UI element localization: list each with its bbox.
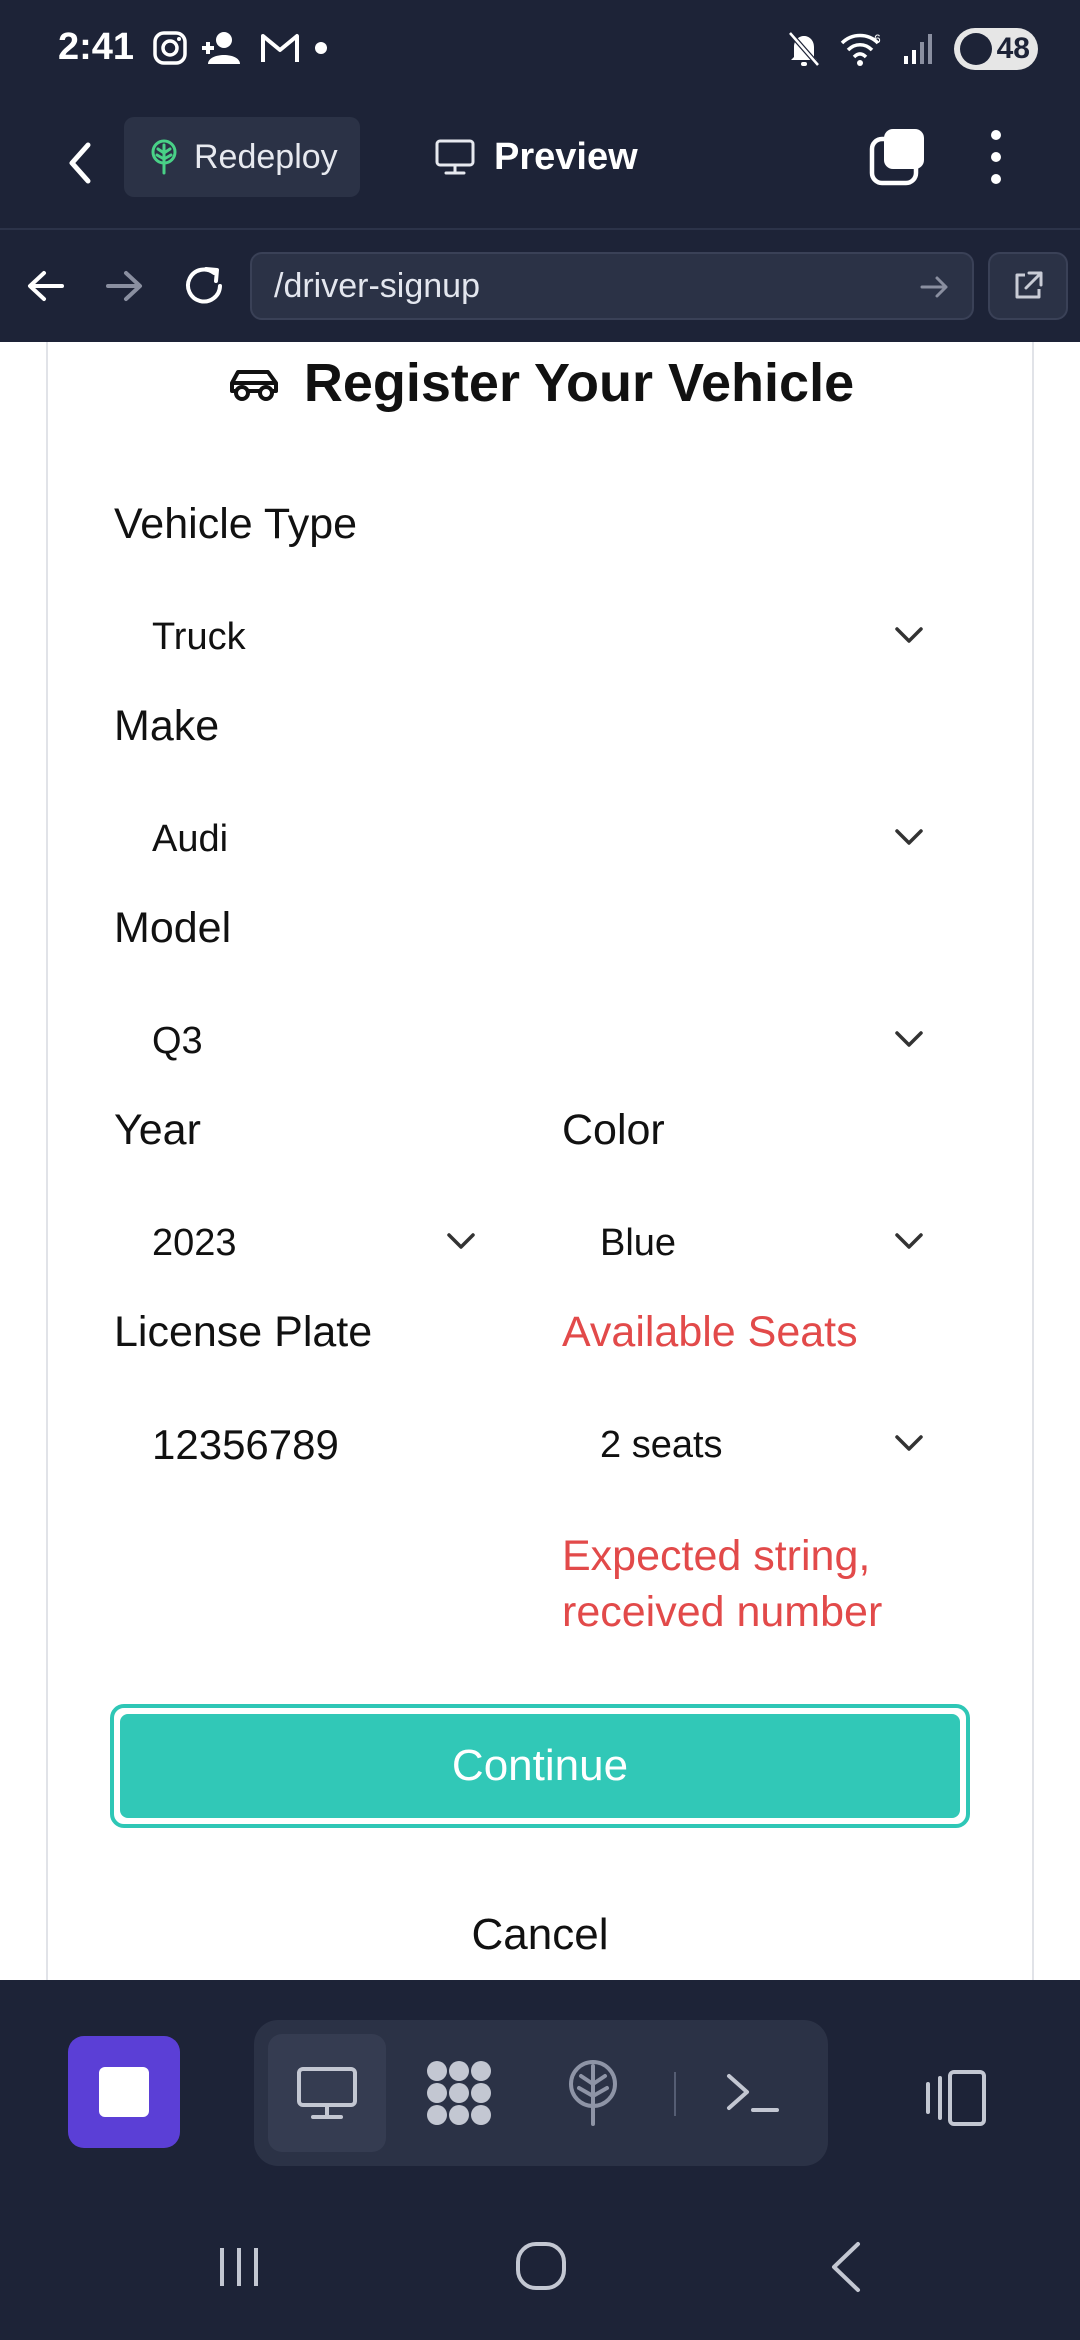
license-plate-input[interactable]: 12356789: [114, 1400, 500, 1490]
preview-label: Preview: [494, 135, 638, 178]
reload-icon[interactable]: [176, 258, 232, 314]
home-icon[interactable]: [514, 2238, 570, 2294]
license-plate-label: License Plate: [114, 1308, 373, 1356]
svg-text:6: 6: [874, 32, 881, 46]
nav-forward-icon[interactable]: [96, 258, 152, 314]
app-toolbar: Redeploy Preview: [0, 105, 1080, 230]
redeploy-label: Redeploy: [194, 137, 338, 176]
tabs-icon[interactable]: [868, 127, 928, 187]
more-options-icon[interactable]: [976, 125, 1016, 189]
chevron-down-icon: [895, 1233, 923, 1249]
chevron-down-icon: [895, 829, 923, 845]
instagram-icon: [153, 31, 187, 65]
available-seats-error: Expected string, received number: [562, 1532, 883, 1636]
mute-icon: [788, 31, 820, 67]
preview-button[interactable]: Preview: [434, 117, 638, 197]
tool-shell[interactable]: [694, 2034, 812, 2152]
monitor-icon: [435, 139, 475, 175]
model-select[interactable]: Q3: [114, 996, 948, 1086]
redeploy-button[interactable]: Redeploy: [124, 117, 360, 197]
url-text: /driver-signup: [274, 266, 480, 305]
vehicle-type-select[interactable]: Truck: [114, 592, 948, 682]
chevron-down-icon: [895, 627, 923, 643]
chevron-down-icon: [895, 1031, 923, 1047]
tool-switcher: [254, 2020, 828, 2166]
stop-button[interactable]: [68, 2036, 180, 2148]
wifi-6-icon: 6: [840, 32, 881, 66]
notification-dot-icon: [315, 42, 327, 54]
color-label: Color: [562, 1106, 665, 1154]
model-value: Q3: [152, 1019, 203, 1062]
tool-deploy[interactable]: [534, 2034, 652, 2152]
terminal-icon: [727, 2074, 779, 2112]
status-time: 2:41: [58, 26, 135, 68]
grid-app-icon: [427, 2061, 491, 2125]
color-select[interactable]: Blue: [562, 1198, 948, 1288]
year-value: 2023: [152, 1221, 237, 1264]
system-status-icons: 6 48: [786, 28, 1038, 70]
tool-divider: [674, 2072, 676, 2116]
back-arrow-icon[interactable]: [52, 133, 112, 193]
status-bar: 2:41 6 48: [0, 0, 1080, 105]
continue-label: Continue: [120, 1714, 960, 1818]
deploy-tree-icon: [151, 139, 177, 175]
recent-apps-icon[interactable]: [214, 2242, 264, 2292]
url-input[interactable]: /driver-signup: [250, 252, 974, 320]
continue-button[interactable]: Continue: [110, 1704, 970, 1828]
license-plate-value: 12356789: [152, 1421, 339, 1468]
car-icon: [229, 370, 278, 401]
url-bar: /driver-signup: [0, 230, 1080, 342]
model-label: Model: [114, 904, 232, 952]
available-seats-select[interactable]: 2 seats: [562, 1400, 948, 1490]
vehicle-type-label: Vehicle Type: [114, 500, 358, 548]
notification-icons: [152, 30, 328, 66]
chevron-down-icon: [447, 1233, 475, 1249]
chevron-down-icon: [895, 1435, 923, 1451]
go-arrow-icon[interactable]: [918, 270, 952, 304]
battery-level: 48: [996, 32, 1030, 65]
make-label: Make: [114, 702, 220, 750]
cancel-button[interactable]: Cancel: [0, 1910, 1080, 1960]
available-seats-label: Available Seats: [562, 1308, 858, 1356]
monitor-icon: [297, 2067, 357, 2119]
form-title: Register Your Vehicle: [0, 352, 1080, 414]
system-navigation-bar: [0, 2180, 1080, 2340]
battery-icon: 48: [954, 28, 1038, 70]
system-back-icon[interactable]: [826, 2240, 866, 2294]
bottom-app-bar: [0, 1980, 1080, 2180]
signal-icon: [904, 34, 932, 64]
page-content: Register Your Vehicle Vehicle Type Truck…: [0, 342, 1080, 1980]
make-value: Audi: [152, 817, 229, 860]
vehicle-type-value: Truck: [152, 615, 246, 658]
available-seats-value: 2 seats: [600, 1423, 723, 1466]
person-add-icon: [202, 32, 240, 64]
tool-apps[interactable]: [400, 2034, 518, 2152]
make-select[interactable]: Audi: [114, 794, 948, 884]
panel-toggle-icon[interactable]: [920, 2068, 990, 2128]
deploy-icon: [569, 2060, 617, 2126]
open-external-button[interactable]: [988, 252, 1068, 320]
color-value: Blue: [600, 1221, 677, 1264]
nav-back-icon[interactable]: [18, 258, 74, 314]
form-title-text: Register Your Vehicle: [303, 353, 855, 413]
gmail-icon: [261, 34, 299, 62]
stop-icon: [99, 2067, 149, 2117]
external-link-icon: [1015, 271, 1043, 299]
year-select[interactable]: 2023: [114, 1198, 500, 1288]
tool-preview[interactable]: [268, 2034, 386, 2152]
year-label: Year: [114, 1106, 201, 1154]
